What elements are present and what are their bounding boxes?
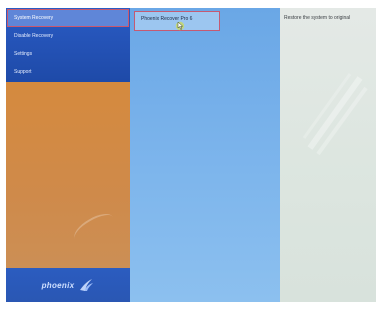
recovery-screen: System Recovery Disable Recovery Setting…: [0, 0, 376, 309]
sidebar-item-system-recovery[interactable]: System Recovery: [7, 9, 129, 27]
phoenix-logo-icon: [80, 279, 94, 291]
right-panel: Restore the system to original: [280, 8, 376, 302]
sidebar-menu: System Recovery Disable Recovery Setting…: [6, 8, 130, 82]
restore-description: Restore the system to original: [284, 15, 351, 21]
hand-cursor-icon: [175, 21, 185, 31]
recover-pro-header[interactable]: Phoenix Recover Pro 6: [134, 11, 220, 31]
sidebar-item-settings[interactable]: Settings: [8, 46, 128, 62]
brand-bar: phoenix: [6, 268, 130, 302]
screen-glare: [302, 73, 368, 156]
sidebar-item-support[interactable]: Support: [8, 64, 128, 80]
sidebar-item-disable-recovery[interactable]: Disable Recovery: [8, 28, 128, 44]
brand-name: phoenix: [41, 280, 75, 290]
promo-panel: [6, 82, 130, 268]
sidebar: System Recovery Disable Recovery Setting…: [6, 8, 130, 302]
decorative-swoosh: [69, 208, 119, 248]
middle-panel: Phoenix Recover Pro 6: [130, 8, 280, 302]
